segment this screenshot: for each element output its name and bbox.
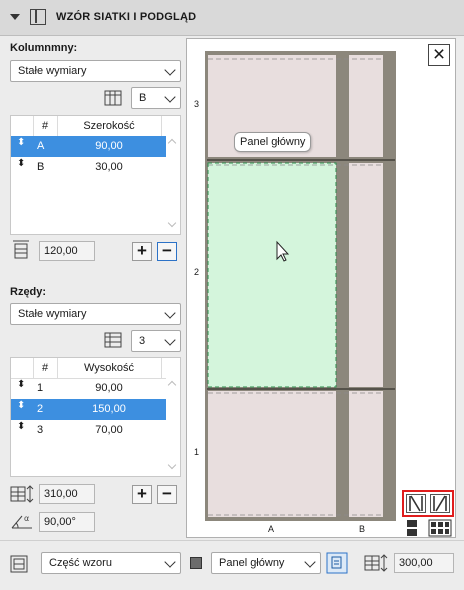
- rows-total-field: 310,00: [39, 484, 95, 504]
- rows-total-value: 310,00: [44, 488, 78, 500]
- svg-text:α: α: [24, 514, 29, 523]
- panel-b2: [349, 163, 383, 387]
- layout-grid-icon[interactable]: [428, 519, 452, 537]
- panel-height-value: 300,00: [399, 557, 433, 569]
- chevron-down-icon: [164, 64, 176, 76]
- mirror-left-icon[interactable]: [406, 494, 426, 513]
- row-current-select[interactable]: 3: [131, 330, 181, 352]
- add-column-button[interactable]: +: [132, 242, 152, 261]
- chevron-down-icon: [164, 307, 176, 319]
- row-grid-icon: [104, 332, 122, 348]
- row-current-value: 3: [139, 335, 146, 347]
- panel-b1: [349, 391, 383, 517]
- row-id: 3: [37, 424, 44, 436]
- bottom-toolbar: Część wzoru Panel główny 300,00: [0, 540, 464, 590]
- row-id: 1: [37, 382, 44, 394]
- panel-height-field: 300,00: [394, 553, 454, 573]
- panel-select[interactable]: Panel główny: [211, 552, 321, 574]
- drag-handle-icon[interactable]: ⬍: [17, 138, 25, 148]
- column-grid-icon: [104, 90, 122, 106]
- rows-header-height: Wysokość: [83, 362, 135, 374]
- remove-row-button[interactable]: −: [157, 485, 177, 504]
- chevron-down-icon: [164, 556, 176, 568]
- column-current-value: B: [139, 92, 147, 104]
- row-value[interactable]: 90,00: [57, 140, 161, 152]
- mirror-right-icon[interactable]: [430, 494, 450, 513]
- panel-value: Panel główny: [219, 557, 285, 569]
- collapse-triangle-icon[interactable]: [10, 14, 20, 20]
- column-current-select[interactable]: B: [131, 87, 181, 109]
- panel-tooltip: Panel główny: [234, 132, 312, 152]
- rows-mode-select[interactable]: Stałe wymiary: [10, 303, 181, 325]
- row-value[interactable]: 30,00: [57, 161, 161, 173]
- drag-handle-icon[interactable]: ⬍: [17, 380, 25, 390]
- row-label-1: 1: [194, 447, 200, 457]
- total-height-icon: [10, 485, 34, 503]
- columns-mode-select[interactable]: Stałe wymiary: [10, 60, 181, 82]
- grid-pattern-icon: [30, 9, 46, 25]
- rows-table[interactable]: # Wysokość ⬍ 1 90,00 ⬍ 2 150,00 ⬍ 3 70,0…: [10, 357, 181, 477]
- table-row[interactable]: ⬍ 3 70,00: [11, 420, 166, 441]
- angle-icon: α: [11, 514, 32, 529]
- row-label-2: 2: [194, 267, 200, 277]
- panel-a1: [208, 391, 336, 517]
- col-label-a: A: [268, 524, 275, 534]
- table-row[interactable]: ⬍ 2 150,00: [11, 399, 166, 420]
- panel-settings-icon[interactable]: [326, 552, 348, 574]
- row-id: B: [37, 161, 45, 173]
- pattern-part-select[interactable]: Część wzoru: [41, 552, 181, 574]
- col-label-b: B: [359, 524, 366, 534]
- pattern-part-icon: [10, 555, 28, 573]
- table-row[interactable]: ⬍ 1 90,00: [11, 378, 166, 399]
- row-label-3: 3: [194, 99, 200, 109]
- panel-header[interactable]: WZÓR SIATKI I PODGLĄD: [0, 0, 464, 36]
- panel-a2: [208, 163, 336, 387]
- columns-table-header: # Szerokość: [11, 116, 166, 137]
- grid-preview[interactable]: 3 2 1 A B Panel główny ×: [186, 38, 456, 538]
- columns-header-width: Szerokość: [83, 120, 135, 132]
- chevron-down-icon: [304, 556, 316, 568]
- columns-table[interactable]: # Szerokość ⬍ A 90,00 ⬍ B 30,00: [10, 115, 181, 235]
- chevron-down-icon: [164, 334, 176, 346]
- rows-scrollbar[interactable]: [166, 358, 180, 476]
- layout-vertical-icon[interactable]: [406, 519, 418, 537]
- rows-header-num: #: [41, 362, 49, 374]
- panel-color-swatch: [190, 557, 202, 569]
- row-id: 2: [37, 403, 44, 415]
- pattern-part-value: Część wzoru: [49, 557, 112, 569]
- chevron-down-icon: [164, 91, 176, 103]
- rows-table-header: # Wysokość: [11, 358, 166, 379]
- columns-label: Kolumnmny:: [10, 42, 78, 54]
- row-value[interactable]: 150,00: [57, 403, 161, 415]
- drag-handle-icon[interactable]: ⬍: [17, 159, 25, 169]
- columns-header-num: #: [41, 120, 49, 132]
- table-row[interactable]: ⬍ B 30,00: [11, 157, 166, 178]
- table-row[interactable]: ⬍ A 90,00: [11, 136, 166, 157]
- columns-scrollbar[interactable]: [166, 116, 180, 234]
- total-width-icon: [13, 240, 29, 259]
- drag-handle-icon[interactable]: ⬍: [17, 422, 25, 432]
- add-row-button[interactable]: +: [132, 485, 152, 504]
- rows-mode-value: Stałe wymiary: [18, 308, 87, 320]
- row-value[interactable]: 90,00: [57, 382, 161, 394]
- columns-total-field: 120,00: [39, 241, 95, 261]
- columns-mode-value: Stałe wymiary: [18, 65, 87, 77]
- drag-handle-icon[interactable]: ⬍: [17, 401, 25, 411]
- rows-label: Rzędy:: [10, 286, 47, 298]
- angle-field[interactable]: 90,00°: [39, 512, 95, 532]
- panel-b3: [349, 55, 383, 157]
- columns-total-value: 120,00: [44, 245, 78, 257]
- panel-height-icon: [364, 554, 388, 572]
- remove-column-button[interactable]: −: [157, 242, 177, 261]
- angle-value: 90,00°: [44, 516, 76, 528]
- row-id: A: [37, 140, 45, 152]
- panel-title: WZÓR SIATKI I PODGLĄD: [56, 11, 197, 23]
- close-button[interactable]: ×: [428, 44, 450, 66]
- row-value[interactable]: 70,00: [57, 424, 161, 436]
